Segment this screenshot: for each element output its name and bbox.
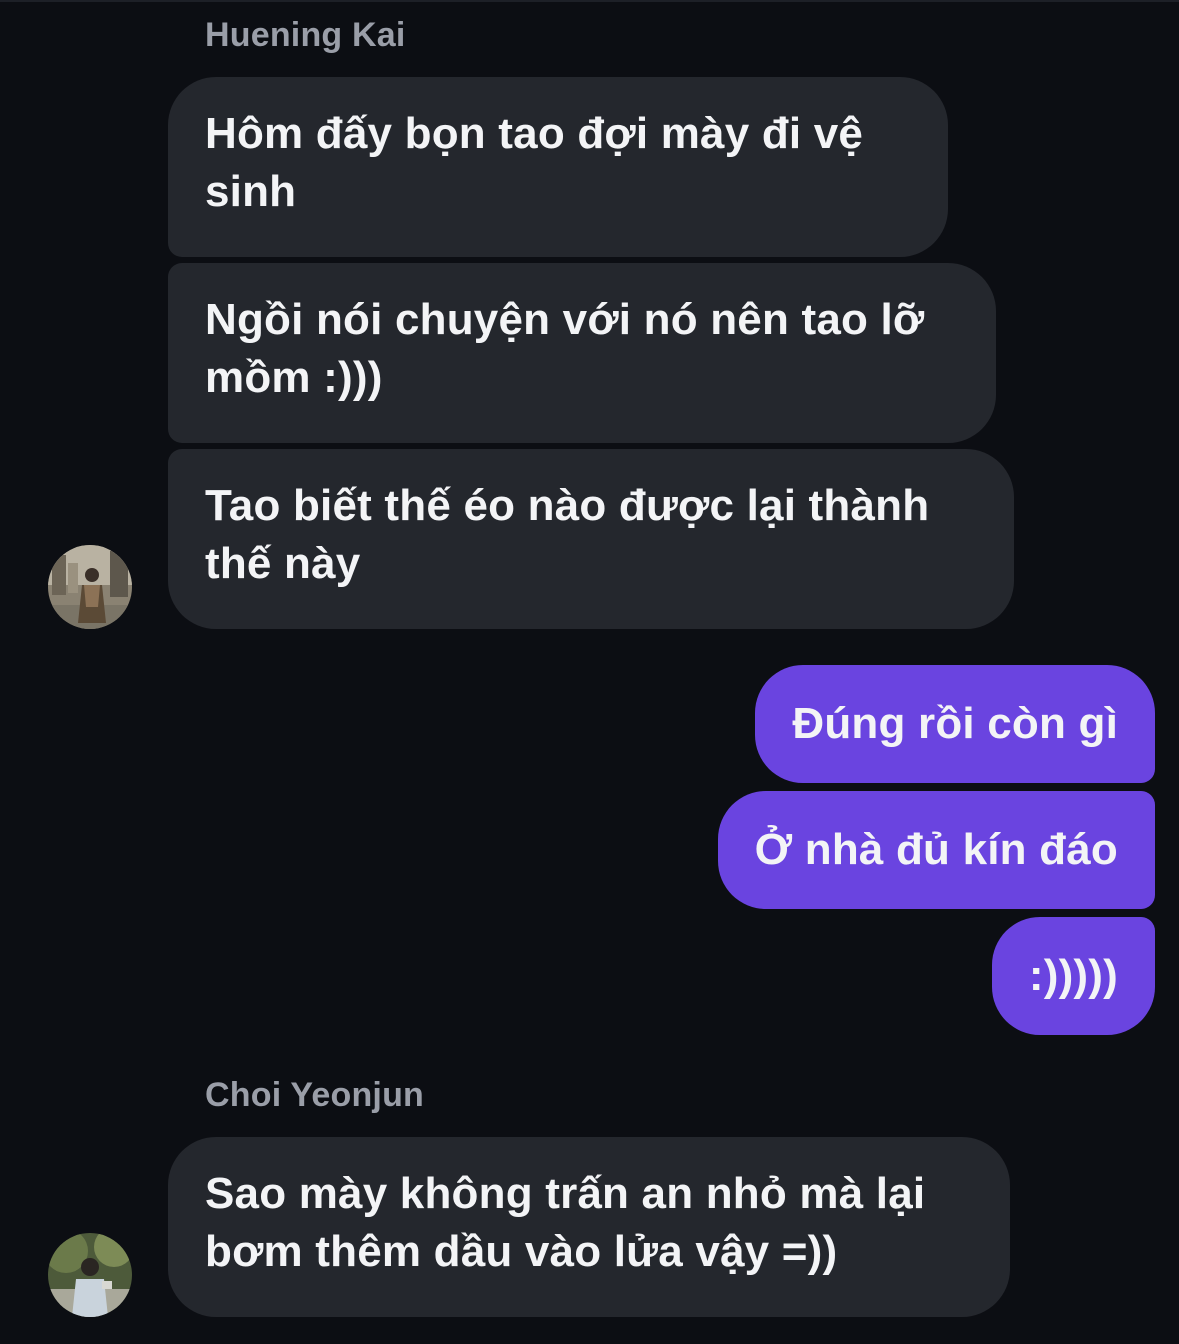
message-text: Ở nhà đủ kín đáo — [754, 825, 1118, 874]
top-divider — [0, 0, 1179, 2]
outgoing-message[interactable]: Ở nhà đủ kín đáo — [717, 791, 1155, 909]
incoming-message[interactable]: Ngồi nói chuyện với nó nên tao lỡ mồm :)… — [168, 263, 996, 443]
avatar[interactable] — [48, 1233, 132, 1317]
avatar-photo-icon — [48, 1233, 132, 1317]
outgoing-message[interactable]: Đúng rồi còn gì — [755, 665, 1155, 783]
message-text: Sao mày không trấn an nhỏ mà lại bơm thê… — [205, 1169, 926, 1276]
message-text: Hôm đấy bọn tao đợi mày đi vệ sinh — [205, 109, 864, 216]
incoming-message[interactable]: Tao biết thế éo nào được lại thành thế n… — [168, 449, 1014, 629]
incoming-message[interactable]: Sao mày không trấn an nhỏ mà lại bơm thê… — [168, 1137, 1010, 1317]
avatar[interactable] — [48, 545, 132, 629]
sender-name: Huening Kai — [205, 16, 406, 54]
outgoing-message[interactable]: :))))) — [991, 917, 1155, 1035]
message-text: :))))) — [1028, 951, 1118, 1000]
sender-name: Choi Yeonjun — [205, 1076, 425, 1114]
message-text: Tao biết thế éo nào được lại thành thế n… — [205, 481, 930, 588]
message-text: Ngồi nói chuyện với nó nên tao lỡ mồm :)… — [205, 295, 925, 402]
incoming-message[interactable]: Hôm đấy bọn tao đợi mày đi vệ sinh — [168, 77, 948, 257]
avatar-photo-icon — [48, 545, 132, 629]
message-text: Đúng rồi còn gì — [792, 699, 1118, 748]
